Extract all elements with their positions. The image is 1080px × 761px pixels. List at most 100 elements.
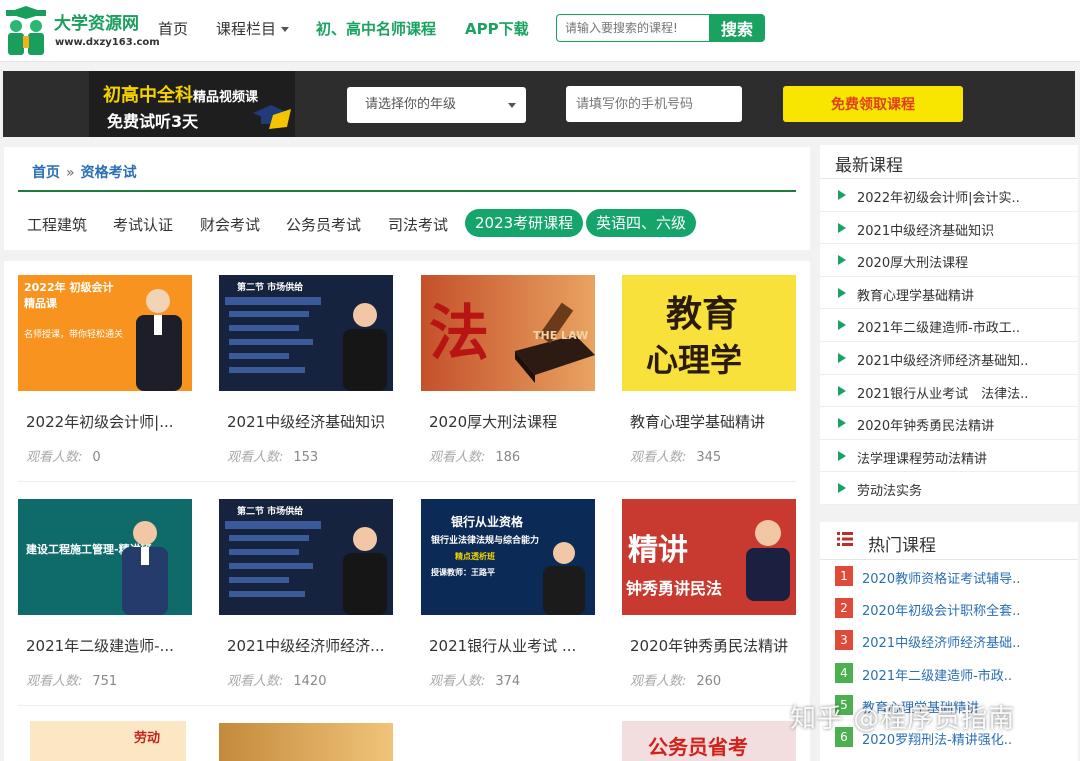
search-button[interactable]: 搜索 [709, 14, 765, 42]
course-title[interactable]: 教育心理学基础精讲 [630, 411, 808, 432]
list-item-label: 2021银行从业考试 法律法.. [857, 386, 1029, 402]
site-header: 大学资源网 www.dxzy163.com 首页 课程栏目 初、高中名师课程 A… [0, 0, 1080, 62]
view-count-label: 观看人数: [429, 450, 486, 465]
rank-badge: 2 [835, 598, 853, 618]
list-item[interactable]: 法学理课程劳动法精讲 [820, 440, 1078, 473]
list-item[interactable]: 2021中级经济师经济基础知.. [820, 342, 1078, 375]
list-item-label: 劳动法实务 [857, 484, 923, 500]
course-thumbnail[interactable]: 2022年 初级会计精品课 名师授课，带你轻松通关 [18, 275, 192, 391]
hot-list-item[interactable]: 2 2020年初级会计职称全套.. [820, 594, 1078, 626]
promo-line1-main: 初高中全科 [103, 85, 193, 106]
chevron-down-icon [281, 27, 290, 32]
course-thumbnail[interactable]: 劳动 [30, 721, 186, 761]
thumb-title: 2022年 初级会计精品课 [24, 281, 114, 310]
nav-home[interactable]: 首页 [158, 18, 188, 39]
course-title[interactable]: 2020年钟秀勇民法精讲 [630, 635, 808, 656]
row-divider [18, 705, 796, 706]
course-thumbnail[interactable]: 第二节 市场供给 [219, 499, 393, 615]
graduation-cap-icon [253, 105, 291, 129]
breadcrumb: 首页 » 资格考试 [32, 162, 137, 182]
view-count: 观看人数: 186 [429, 446, 520, 465]
nav-middle-high-school[interactable]: 初、高中名师课程 [316, 18, 436, 39]
tab-certification[interactable]: 考试认证 [113, 214, 173, 235]
list-item[interactable]: 教育心理学基础精讲 [820, 277, 1078, 310]
tab-civil-service[interactable]: 公务员考试 [286, 214, 361, 235]
course-card[interactable]: 公务员省考 [622, 721, 796, 761]
play-triangle-icon [838, 483, 846, 494]
thumb-title: 公务员省考 [648, 735, 748, 759]
course-title[interactable]: 2022年初级会计师|... [26, 411, 204, 432]
list-item[interactable]: 2021银行从业考试 法律法.. [820, 375, 1078, 408]
teacher-figure-icon [122, 521, 168, 615]
claim-course-button[interactable]: 免费领取课程 [783, 86, 963, 122]
list-item[interactable]: 2021中级经济基础知识 [820, 212, 1078, 245]
tab-english-cet[interactable]: 英语四、六级 [586, 209, 697, 237]
hot-list-item[interactable]: 1 2020教师资格证考试辅导.. [820, 562, 1078, 594]
course-card[interactable]: 劳动 [30, 721, 204, 761]
latest-courses-title: 最新课程 [835, 156, 903, 176]
nav-course-columns[interactable]: 课程栏目 [216, 18, 290, 39]
course-thumbnail[interactable]: 教育 心理学 [622, 275, 796, 391]
course-thumbnail[interactable] [219, 723, 393, 761]
rank-badge: 1 [835, 566, 853, 586]
view-count: 观看人数: 260 [630, 670, 721, 689]
course-thumbnail[interactable]: 银行从业资格 银行业法律法规与综合能力 精点透析班 授课教师：王路平 [421, 499, 595, 615]
tab-judicial[interactable]: 司法考试 [388, 214, 448, 235]
site-logo[interactable]: 大学资源网 www.dxzy163.com [2, 4, 160, 58]
play-triangle-icon [838, 222, 846, 233]
list-item-label: 教育心理学基础精讲 [857, 288, 975, 304]
view-count-label: 观看人数: [227, 674, 284, 689]
teacher-figure-icon [746, 520, 790, 601]
breadcrumb-current[interactable]: 资格考试 [81, 165, 137, 181]
list-item[interactable]: 2022年初级会计师|会计实.. [820, 179, 1078, 212]
course-thumbnail[interactable]: 第二节 市场供给 [219, 275, 393, 391]
view-count-value: 153 [293, 450, 319, 465]
latest-courses-panel: 最新课程 2022年初级会计师|会计实.. 2021中级经济基础知识 2020厚… [820, 145, 1078, 505]
course-thumbnail[interactable]: 精讲 钟秀勇讲民法 [622, 499, 796, 615]
tab-engineering[interactable]: 工程建筑 [27, 214, 87, 235]
view-count-value: 186 [495, 450, 521, 465]
list-item[interactable]: 2020厚大刑法课程 [820, 244, 1078, 277]
row-divider [18, 481, 796, 482]
view-count: 观看人数: 345 [630, 446, 721, 465]
hot-courses-header: 热门课程 [820, 522, 1078, 560]
course-title[interactable]: 2021年二级建造师-... [26, 635, 204, 656]
breadcrumb-home[interactable]: 首页 [32, 165, 60, 181]
course-title[interactable]: 2021中级经济师经济... [227, 635, 405, 656]
list-item[interactable]: 劳动法实务 [820, 472, 1078, 505]
nav-app-download[interactable]: APP下载 [465, 18, 529, 39]
breadcrumb-separator: » [66, 165, 75, 181]
list-item[interactable]: 2020年钟秀勇民法精讲 [820, 407, 1078, 440]
course-title[interactable]: 2020厚大刑法课程 [429, 411, 607, 432]
play-triangle-icon [838, 190, 846, 200]
latest-courses-header: 最新课程 [820, 145, 1078, 179]
thumb-subtitle: THE LAW [533, 329, 589, 342]
view-count: 观看人数: 751 [26, 670, 117, 689]
promo-ad[interactable]: 初高中全科精品视频课 免费试听3天 [89, 71, 295, 137]
course-thumbnail[interactable]: 建设工程施工管理-精讲班 [18, 499, 192, 615]
play-triangle-icon [838, 352, 846, 363]
hot-list-item[interactable]: 4 2021年二级建造师-市政.. [820, 659, 1078, 691]
course-thumbnail[interactable]: 法 THE LAW [421, 275, 595, 391]
course-grid: 2022年 初级会计精品课 名师授课，带你轻松通关 2022年初级会计师|...… [4, 261, 810, 761]
rank-badge: 3 [835, 630, 853, 650]
grade-select[interactable]: 请选择你的年级 [347, 87, 526, 123]
view-count-value: 0 [92, 450, 101, 465]
tab-accounting[interactable]: 财会考试 [200, 214, 260, 235]
list-item[interactable]: 2021年二级建造师-市政工.. [820, 309, 1078, 342]
tab-postgraduate-2023[interactable]: 2023考研课程 [465, 209, 584, 237]
hot-list-item-label: 2020教师资格证考试辅导.. [862, 572, 1021, 587]
thumb-subtitle: 钟秀勇讲民法 [626, 579, 723, 598]
play-triangle-icon [838, 450, 846, 461]
course-title[interactable]: 2021银行从业考试 ... [429, 635, 607, 656]
thumb-title: 教育 [666, 294, 739, 335]
play-triangle-icon [838, 287, 846, 298]
course-title[interactable]: 2021中级经济基础知识 [227, 411, 405, 432]
phone-input[interactable] [566, 86, 742, 122]
teacher-figure-icon [343, 527, 387, 615]
hot-list-item[interactable]: 3 2021中级经济师经济基础.. [820, 626, 1078, 658]
course-thumbnail[interactable]: 公务员省考 [622, 721, 796, 761]
course-card[interactable] [219, 723, 393, 761]
search-input[interactable] [556, 14, 709, 42]
thumb-title: 精讲 [628, 533, 688, 568]
